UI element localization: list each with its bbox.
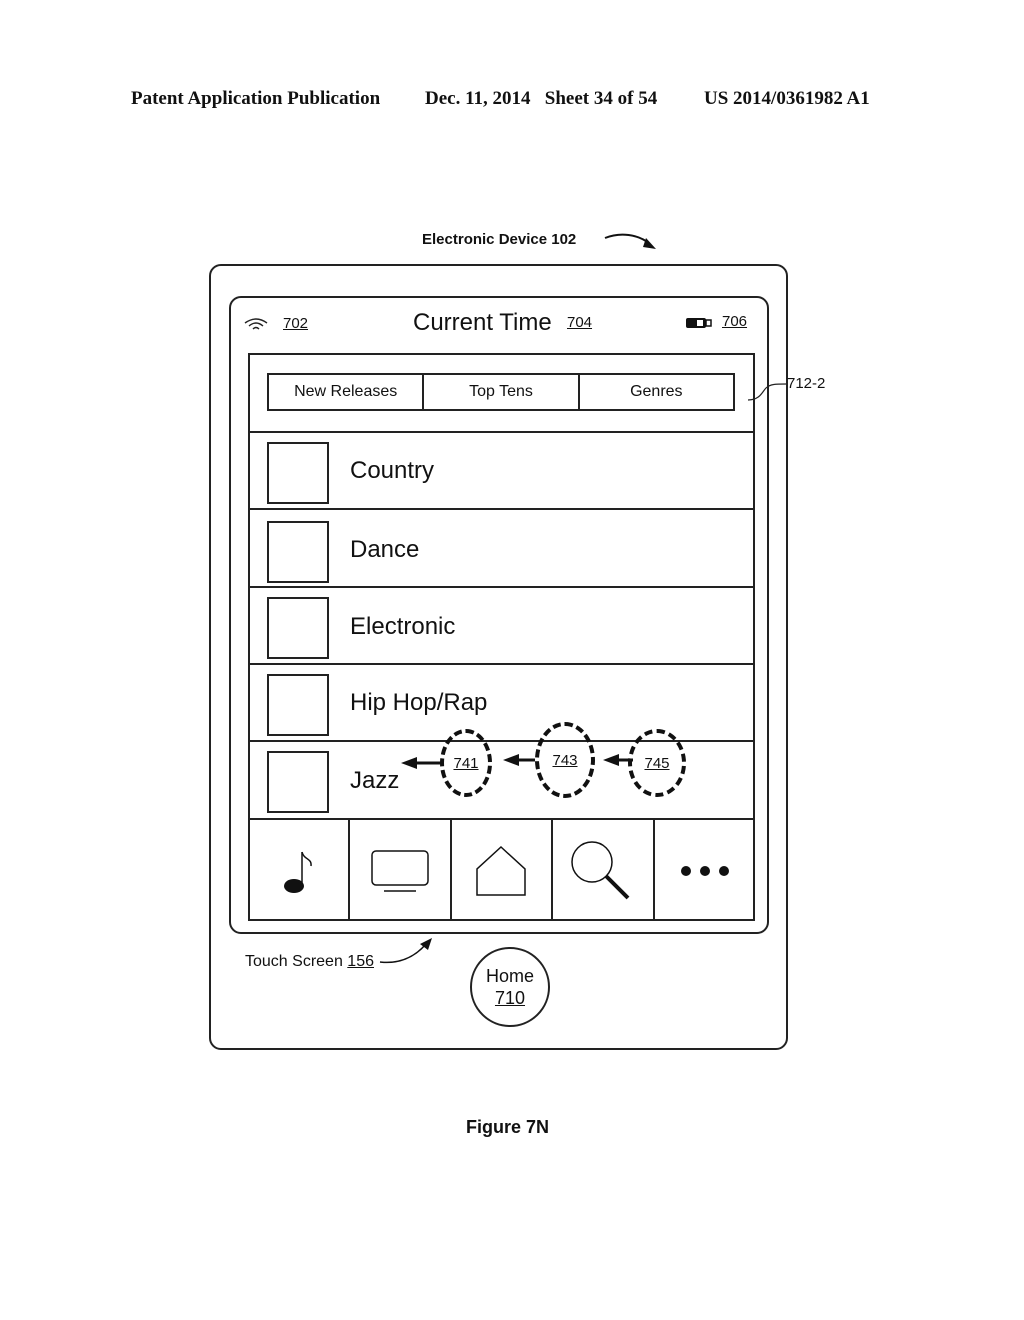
touch-screen-pointer-arrow	[379, 938, 432, 964]
genre-row-electronic[interactable]: Electronic	[248, 586, 755, 664]
publication-type: Patent Application Publication	[131, 88, 381, 109]
genre-label: Dance	[350, 536, 420, 563]
swipe-arrow-2	[503, 754, 535, 766]
home-icon	[476, 845, 527, 896]
more-icon	[681, 865, 730, 876]
figure-caption: Figure 7N	[466, 1117, 550, 1137]
nav-search-button[interactable]	[553, 820, 656, 921]
device-pointer-arrow	[604, 233, 656, 249]
tabs-ref: 712-2	[787, 375, 826, 392]
wifi-icon	[244, 318, 268, 330]
home-button[interactable]: Home 710	[470, 947, 550, 1027]
touch-screen-label: Touch Screen 156	[245, 953, 374, 971]
genre-thumbnail	[267, 442, 329, 504]
bottom-nav-bar	[248, 818, 755, 921]
genre-label: Electronic	[350, 613, 456, 640]
touch-point-ref: 745	[644, 754, 670, 772]
nav-home-button[interactable]	[452, 820, 554, 921]
nav-tv-button[interactable]	[350, 820, 452, 921]
battery-ref: 706	[722, 313, 748, 330]
tab-genres[interactable]: Genres	[580, 375, 733, 409]
swipe-arrow-1	[401, 757, 443, 769]
genre-thumbnail	[267, 751, 329, 813]
genre-label: Country	[350, 457, 435, 484]
genre-label: Hip Hop/Rap	[350, 689, 488, 716]
genre-row-dance[interactable]: Dance	[248, 508, 755, 586]
wifi-ref: 702	[283, 315, 309, 332]
status-bar-title-ref: 704	[567, 314, 593, 331]
tabs-ref-leader	[747, 383, 787, 401]
device-label-text: Electronic Device	[422, 231, 548, 248]
tab-top-tens[interactable]: Top Tens	[424, 375, 580, 409]
touch-point-ref: 741	[453, 754, 479, 772]
touch-point-ref: 743	[552, 751, 578, 769]
touch-screen-label-ref: 156	[347, 953, 374, 970]
genre-label: Jazz	[350, 767, 400, 794]
genre-thumbnail	[267, 597, 329, 659]
home-button-label: Home	[485, 966, 534, 986]
search-icon	[571, 840, 630, 899]
nav-more-button[interactable]	[655, 820, 755, 921]
touch-point-741: 741	[440, 729, 492, 797]
segmented-tabs: New Releases Top Tens Genres	[267, 373, 735, 411]
publication-date-sheet: Dec. 11, 2014 Sheet 34 of 54	[425, 88, 658, 109]
touch-point-743: 743	[535, 722, 595, 798]
touch-screen-label-text: Touch Screen	[245, 953, 343, 970]
device-label-ref: 102	[551, 231, 577, 248]
touch-point-745: 745	[628, 729, 686, 797]
genre-row-country[interactable]: Country	[248, 431, 755, 509]
genre-thumbnail	[267, 521, 329, 583]
battery-icon	[686, 318, 712, 328]
genre-row-hip-hop-rap[interactable]: Hip Hop/Rap	[248, 663, 755, 741]
tv-icon	[370, 849, 429, 892]
status-bar-title: Current Time	[413, 309, 552, 336]
device-label: Electronic Device 102	[422, 231, 576, 248]
music-note-icon	[283, 851, 312, 893]
tab-new-releases[interactable]: New Releases	[269, 375, 425, 409]
publication-number: US 2014/0361982 A1	[704, 88, 870, 109]
home-button-ref: 710	[494, 988, 526, 1008]
genre-thumbnail	[267, 674, 329, 736]
nav-music-button[interactable]	[248, 820, 350, 921]
